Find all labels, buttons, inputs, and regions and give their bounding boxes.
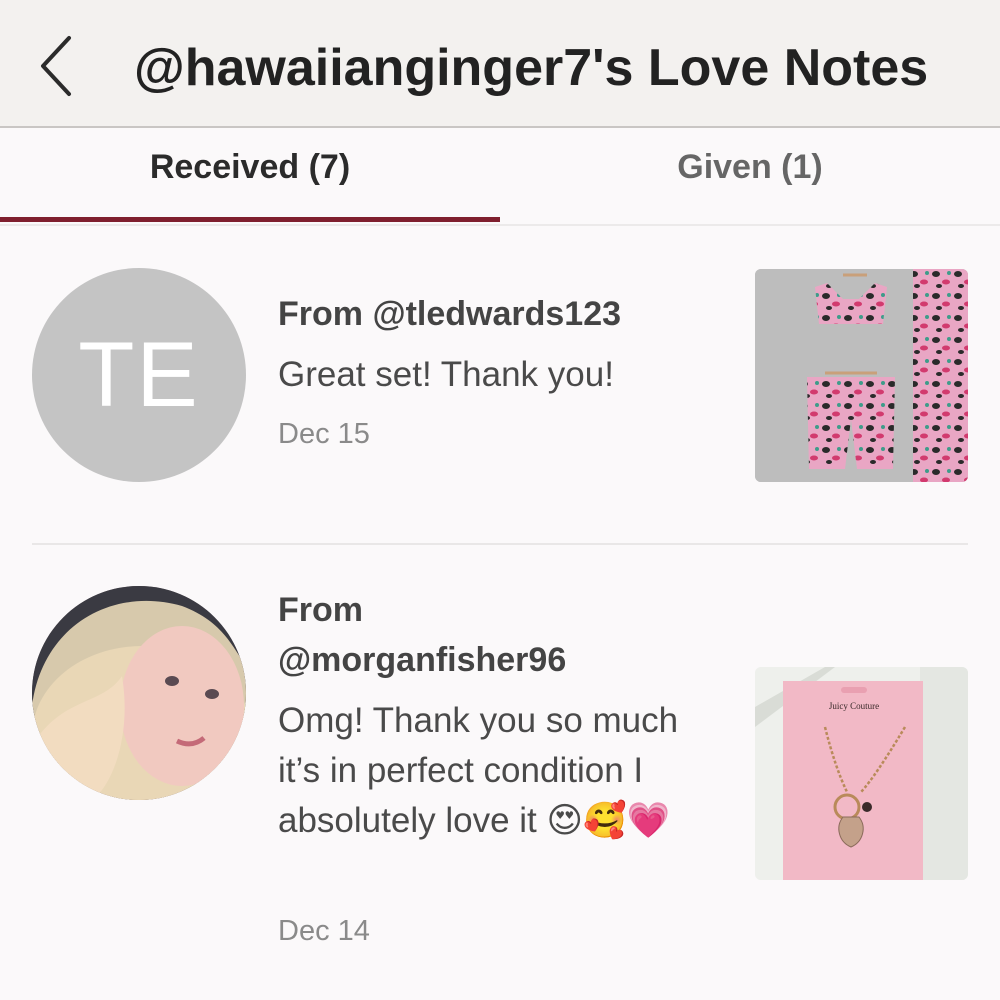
divider [32, 543, 968, 545]
item-thumbnail[interactable]: Juicy Couture [755, 667, 968, 880]
note-sender[interactable]: @morganfisher96 [278, 635, 566, 685]
page-title: @hawaiianginger7's Love Notes [134, 39, 929, 97]
chevron-left-icon [41, 36, 71, 96]
top-bar: @hawaiianginger7's Love Notes [0, 0, 1000, 128]
active-tab-indicator [0, 217, 500, 222]
note-message: Great set! Thank you! [278, 355, 614, 394]
note-sender[interactable]: From @tledwards123 [278, 289, 621, 339]
avatar[interactable]: TE [32, 268, 246, 482]
tab-given[interactable]: Given (1) [500, 128, 1000, 224]
necklace-image: Juicy Couture [755, 667, 968, 880]
clothing-set-image [755, 269, 968, 482]
item-brand-label: Juicy Couture [829, 701, 879, 711]
tab-bar: Received (7) Given (1) [0, 128, 1000, 226]
note-message: Omg! Thank you so much it’s in perfect c… [278, 701, 679, 840]
back-button[interactable] [22, 24, 92, 108]
user-photo-image [32, 586, 246, 800]
note-sender-label: From [278, 591, 363, 629]
note-date: Dec 15 [278, 418, 370, 450]
avatar-initials: TE [78, 323, 200, 426]
tab-received[interactable]: Received (7) [0, 128, 500, 224]
note-date: Dec 14 [278, 915, 370, 947]
item-thumbnail[interactable] [755, 269, 968, 482]
avatar[interactable] [32, 586, 246, 800]
